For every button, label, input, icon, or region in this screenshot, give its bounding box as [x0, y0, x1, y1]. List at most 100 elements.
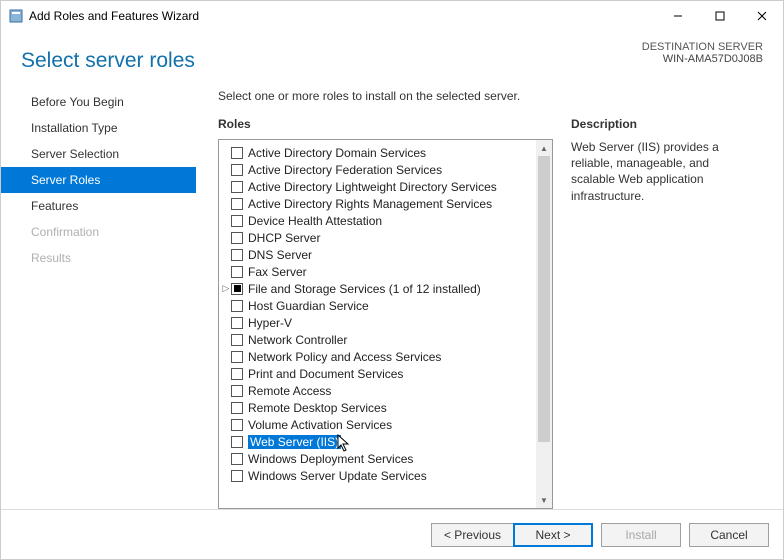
page-title: Select server roles	[21, 37, 642, 73]
role-label[interactable]: Device Health Attestation	[248, 214, 382, 228]
install-button: Install	[601, 523, 681, 547]
roles-column: Roles Active Directory Domain ServicesAc…	[218, 117, 553, 509]
wizard-steps-sidebar: Before You Begin Installation Type Serve…	[1, 83, 196, 509]
role-row[interactable]: Print and Document Services	[223, 365, 536, 382]
scroll-up-icon[interactable]: ▲	[536, 140, 552, 156]
roles-scroll-area[interactable]: Active Directory Domain Services Active D…	[219, 140, 536, 508]
destination-server: WIN-AMA57D0J08B	[642, 53, 763, 65]
scroll-down-icon[interactable]: ▼	[536, 492, 552, 508]
app-icon	[9, 9, 23, 23]
role-checkbox[interactable]	[231, 198, 243, 210]
role-checkbox[interactable]	[231, 368, 243, 380]
role-label[interactable]: File and Storage Services (1 of 12 insta…	[248, 282, 481, 296]
role-checkbox[interactable]	[231, 164, 243, 176]
center-panel: Select one or more roles to install on t…	[196, 83, 763, 509]
role-row[interactable]: Windows Server Update Services	[223, 467, 536, 484]
destination-block: DESTINATION SERVER WIN-AMA57D0J08B	[642, 37, 763, 65]
footer: < Previous Next > Install Cancel	[1, 509, 783, 559]
titlebar: Add Roles and Features Wizard	[1, 1, 783, 31]
destination-label: DESTINATION SERVER	[642, 41, 763, 53]
expand-icon[interactable]: ▷	[221, 283, 231, 294]
role-label[interactable]: Network Policy and Access Services	[248, 350, 441, 364]
role-label[interactable]: Windows Server Update Services	[248, 469, 427, 483]
role-row[interactable]: Web Server (IIS)	[223, 433, 536, 450]
role-row[interactable]: Active Directory Rights Management Servi…	[223, 195, 536, 212]
nav-button-group: < Previous Next >	[431, 523, 593, 547]
role-row[interactable]: DNS Server	[223, 246, 536, 263]
role-row[interactable]: Network Controller	[223, 331, 536, 348]
role-row[interactable]: Active Directory Lightweight Directory S…	[223, 178, 536, 195]
roles-title: Roles	[218, 117, 553, 131]
role-label[interactable]: Print and Document Services	[248, 367, 403, 381]
role-checkbox[interactable]	[231, 402, 243, 414]
role-label[interactable]: Windows Deployment Services	[248, 452, 413, 466]
description-text: Web Server (IIS) provides a reliable, ma…	[571, 139, 751, 204]
role-checkbox[interactable]	[231, 436, 243, 448]
role-row[interactable]: Hyper-V	[223, 314, 536, 331]
role-label[interactable]: Hyper-V	[248, 316, 292, 330]
role-checkbox[interactable]	[231, 266, 243, 278]
step-installation-type[interactable]: Installation Type	[1, 115, 196, 141]
next-button[interactable]: Next >	[513, 523, 593, 547]
role-label[interactable]: Remote Access	[248, 384, 331, 398]
step-results: Results	[1, 245, 196, 271]
role-row[interactable]: Network Policy and Access Services	[223, 348, 536, 365]
role-row[interactable]: DHCP Server	[223, 229, 536, 246]
role-label[interactable]: Volume Activation Services	[248, 418, 392, 432]
role-checkbox[interactable]	[231, 385, 243, 397]
role-row[interactable]: Windows Deployment Services	[223, 450, 536, 467]
window-title: Add Roles and Features Wizard	[29, 9, 199, 23]
role-row[interactable]: Device Health Attestation	[223, 212, 536, 229]
role-row[interactable]: Remote Desktop Services	[223, 399, 536, 416]
role-row[interactable]: Active Directory Federation Services	[223, 161, 536, 178]
role-checkbox[interactable]	[231, 283, 243, 295]
role-label[interactable]: Network Controller	[248, 333, 347, 347]
scroll-track[interactable]	[536, 156, 552, 492]
description-column: Description Web Server (IIS) provides a …	[553, 117, 751, 509]
role-label[interactable]: DHCP Server	[248, 231, 320, 245]
role-checkbox[interactable]	[231, 419, 243, 431]
role-row[interactable]: Volume Activation Services	[223, 416, 536, 433]
cancel-button[interactable]: Cancel	[689, 523, 769, 547]
role-checkbox[interactable]	[231, 453, 243, 465]
role-checkbox[interactable]	[231, 300, 243, 312]
role-checkbox[interactable]	[231, 232, 243, 244]
role-label[interactable]: Active Directory Domain Services	[248, 146, 426, 160]
panels-row: Roles Active Directory Domain ServicesAc…	[218, 117, 751, 509]
minimize-button[interactable]	[657, 2, 699, 30]
role-checkbox[interactable]	[231, 334, 243, 346]
step-before-you-begin[interactable]: Before You Begin	[1, 89, 196, 115]
role-label[interactable]: DNS Server	[248, 248, 312, 262]
role-label[interactable]: Host Guardian Service	[248, 299, 369, 313]
role-row[interactable]: Remote Access	[223, 382, 536, 399]
step-server-roles[interactable]: Server Roles	[1, 167, 196, 193]
role-checkbox[interactable]	[231, 351, 243, 363]
role-label[interactable]: Active Directory Lightweight Directory S…	[248, 180, 497, 194]
role-checkbox[interactable]	[231, 147, 243, 159]
role-row[interactable]: Host Guardian Service	[223, 297, 536, 314]
role-label[interactable]: Web Server (IIS)	[248, 435, 341, 449]
close-button[interactable]	[741, 2, 783, 30]
main-area: Before You Begin Installation Type Serve…	[1, 83, 763, 509]
role-checkbox[interactable]	[231, 215, 243, 227]
role-checkbox[interactable]	[231, 181, 243, 193]
scroll-thumb[interactable]	[538, 156, 550, 442]
maximize-button[interactable]	[699, 2, 741, 30]
role-row[interactable]: Active Directory Domain Services	[223, 144, 536, 161]
role-label[interactable]: Active Directory Rights Management Servi…	[248, 197, 492, 211]
role-label[interactable]: Active Directory Federation Services	[248, 163, 442, 177]
role-row[interactable]: ▷ File and Storage Services (1 of 12 inst…	[223, 280, 536, 297]
role-row[interactable]: Fax Server	[223, 263, 536, 280]
role-checkbox[interactable]	[231, 249, 243, 261]
scrollbar[interactable]: ▲ ▼	[536, 140, 552, 508]
step-server-selection[interactable]: Server Selection	[1, 141, 196, 167]
previous-button[interactable]: < Previous	[431, 523, 513, 547]
header-row: Select server roles DESTINATION SERVER W…	[1, 31, 763, 83]
wizard-window: Add Roles and Features Wizard Select ser…	[0, 0, 784, 560]
step-confirmation: Confirmation	[1, 219, 196, 245]
role-label[interactable]: Remote Desktop Services	[248, 401, 387, 415]
role-label[interactable]: Fax Server	[248, 265, 307, 279]
role-checkbox[interactable]	[231, 317, 243, 329]
step-features[interactable]: Features	[1, 193, 196, 219]
role-checkbox[interactable]	[231, 470, 243, 482]
